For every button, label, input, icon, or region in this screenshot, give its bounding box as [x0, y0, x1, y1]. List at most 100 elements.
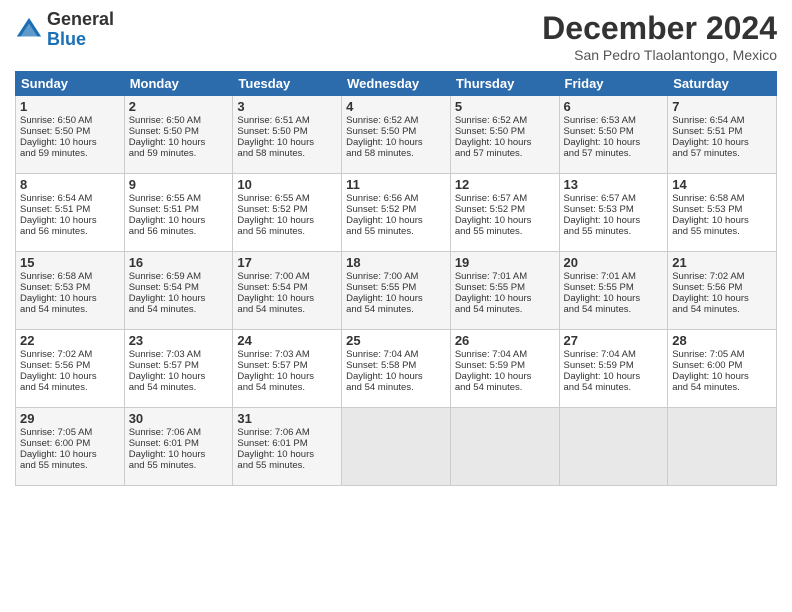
- day-info: Daylight: 10 hours: [346, 215, 446, 226]
- day-info: Sunrise: 7:01 AM: [455, 271, 555, 282]
- day-info: Daylight: 10 hours: [564, 137, 664, 148]
- day-number: 1: [20, 99, 120, 114]
- day-info: and 55 minutes.: [346, 226, 446, 237]
- day-info: Sunrise: 7:06 AM: [129, 427, 229, 438]
- table-row: [559, 408, 668, 486]
- table-row: 8Sunrise: 6:54 AMSunset: 5:51 PMDaylight…: [16, 174, 125, 252]
- day-info: Sunset: 5:50 PM: [237, 126, 337, 137]
- table-row: 10Sunrise: 6:55 AMSunset: 5:52 PMDayligh…: [233, 174, 342, 252]
- day-info: Sunset: 5:50 PM: [129, 126, 229, 137]
- day-info: Daylight: 10 hours: [346, 137, 446, 148]
- day-info: Sunrise: 6:55 AM: [237, 193, 337, 204]
- day-info: Sunrise: 7:00 AM: [346, 271, 446, 282]
- day-info: Sunset: 5:57 PM: [237, 360, 337, 371]
- day-info: Daylight: 10 hours: [455, 293, 555, 304]
- table-row: 1Sunrise: 6:50 AMSunset: 5:50 PMDaylight…: [16, 96, 125, 174]
- calendar-table: Sunday Monday Tuesday Wednesday Thursday…: [15, 71, 777, 486]
- day-info: Daylight: 10 hours: [564, 371, 664, 382]
- title-block: December 2024 San Pedro Tlaolantongo, Me…: [542, 10, 777, 63]
- day-info: Sunset: 6:01 PM: [237, 438, 337, 449]
- day-info: Sunrise: 7:04 AM: [564, 349, 664, 360]
- col-sunday: Sunday: [16, 72, 125, 96]
- day-number: 30: [129, 411, 229, 426]
- day-info: Sunset: 5:55 PM: [346, 282, 446, 293]
- day-info: Sunset: 5:58 PM: [346, 360, 446, 371]
- day-info: and 55 minutes.: [129, 460, 229, 471]
- day-info: Daylight: 10 hours: [455, 215, 555, 226]
- col-thursday: Thursday: [450, 72, 559, 96]
- day-info: Daylight: 10 hours: [346, 371, 446, 382]
- day-info: Sunrise: 6:53 AM: [564, 115, 664, 126]
- table-row: 2Sunrise: 6:50 AMSunset: 5:50 PMDaylight…: [124, 96, 233, 174]
- day-info: Daylight: 10 hours: [455, 137, 555, 148]
- day-number: 26: [455, 333, 555, 348]
- day-number: 23: [129, 333, 229, 348]
- day-info: Daylight: 10 hours: [672, 293, 772, 304]
- day-info: Sunset: 6:00 PM: [672, 360, 772, 371]
- day-number: 14: [672, 177, 772, 192]
- logo: General Blue: [15, 10, 114, 50]
- calendar-header-row: Sunday Monday Tuesday Wednesday Thursday…: [16, 72, 777, 96]
- day-number: 5: [455, 99, 555, 114]
- day-info: and 55 minutes.: [455, 226, 555, 237]
- day-number: 21: [672, 255, 772, 270]
- month-title: December 2024: [542, 10, 777, 47]
- day-number: 24: [237, 333, 337, 348]
- table-row: 11Sunrise: 6:56 AMSunset: 5:52 PMDayligh…: [342, 174, 451, 252]
- table-row: 5Sunrise: 6:52 AMSunset: 5:50 PMDaylight…: [450, 96, 559, 174]
- calendar-week-3: 15Sunrise: 6:58 AMSunset: 5:53 PMDayligh…: [16, 252, 777, 330]
- day-info: and 57 minutes.: [672, 148, 772, 159]
- day-number: 18: [346, 255, 446, 270]
- day-number: 10: [237, 177, 337, 192]
- day-info: Sunrise: 7:03 AM: [129, 349, 229, 360]
- day-number: 15: [20, 255, 120, 270]
- table-row: 20Sunrise: 7:01 AMSunset: 5:55 PMDayligh…: [559, 252, 668, 330]
- day-info: Sunset: 5:57 PM: [129, 360, 229, 371]
- day-info: Sunrise: 6:56 AM: [346, 193, 446, 204]
- day-number: 9: [129, 177, 229, 192]
- logo-text: General Blue: [47, 10, 114, 50]
- table-row: 13Sunrise: 6:57 AMSunset: 5:53 PMDayligh…: [559, 174, 668, 252]
- day-info: and 57 minutes.: [564, 148, 664, 159]
- day-number: 4: [346, 99, 446, 114]
- day-info: Daylight: 10 hours: [129, 293, 229, 304]
- table-row: 26Sunrise: 7:04 AMSunset: 5:59 PMDayligh…: [450, 330, 559, 408]
- day-number: 28: [672, 333, 772, 348]
- table-row: 14Sunrise: 6:58 AMSunset: 5:53 PMDayligh…: [668, 174, 777, 252]
- day-info: and 54 minutes.: [564, 382, 664, 393]
- day-info: Sunset: 5:52 PM: [237, 204, 337, 215]
- day-info: and 54 minutes.: [346, 304, 446, 315]
- header: General Blue December 2024 San Pedro Tla…: [15, 10, 777, 63]
- table-row: 19Sunrise: 7:01 AMSunset: 5:55 PMDayligh…: [450, 252, 559, 330]
- day-info: Sunset: 5:55 PM: [455, 282, 555, 293]
- day-info: Daylight: 10 hours: [129, 371, 229, 382]
- day-info: Sunrise: 6:58 AM: [20, 271, 120, 282]
- day-number: 16: [129, 255, 229, 270]
- day-info: Daylight: 10 hours: [20, 293, 120, 304]
- day-info: Sunset: 5:59 PM: [564, 360, 664, 371]
- day-number: 25: [346, 333, 446, 348]
- table-row: 31Sunrise: 7:06 AMSunset: 6:01 PMDayligh…: [233, 408, 342, 486]
- day-info: Daylight: 10 hours: [672, 137, 772, 148]
- day-info: Sunrise: 7:02 AM: [20, 349, 120, 360]
- day-info: Sunrise: 7:05 AM: [20, 427, 120, 438]
- day-info: Sunrise: 7:04 AM: [455, 349, 555, 360]
- day-info: Sunset: 5:54 PM: [237, 282, 337, 293]
- table-row: 9Sunrise: 6:55 AMSunset: 5:51 PMDaylight…: [124, 174, 233, 252]
- day-info: and 58 minutes.: [237, 148, 337, 159]
- day-info: Sunrise: 7:05 AM: [672, 349, 772, 360]
- day-info: Sunset: 5:53 PM: [564, 204, 664, 215]
- day-info: Sunrise: 7:00 AM: [237, 271, 337, 282]
- day-info: and 54 minutes.: [672, 304, 772, 315]
- day-info: Sunrise: 6:51 AM: [237, 115, 337, 126]
- day-info: Sunset: 5:52 PM: [346, 204, 446, 215]
- logo-general-text: General: [47, 10, 114, 30]
- table-row: 18Sunrise: 7:00 AMSunset: 5:55 PMDayligh…: [342, 252, 451, 330]
- day-info: Sunset: 5:51 PM: [129, 204, 229, 215]
- day-info: Daylight: 10 hours: [20, 449, 120, 460]
- day-info: and 56 minutes.: [237, 226, 337, 237]
- day-info: Daylight: 10 hours: [455, 371, 555, 382]
- table-row: [450, 408, 559, 486]
- day-number: 13: [564, 177, 664, 192]
- day-number: 7: [672, 99, 772, 114]
